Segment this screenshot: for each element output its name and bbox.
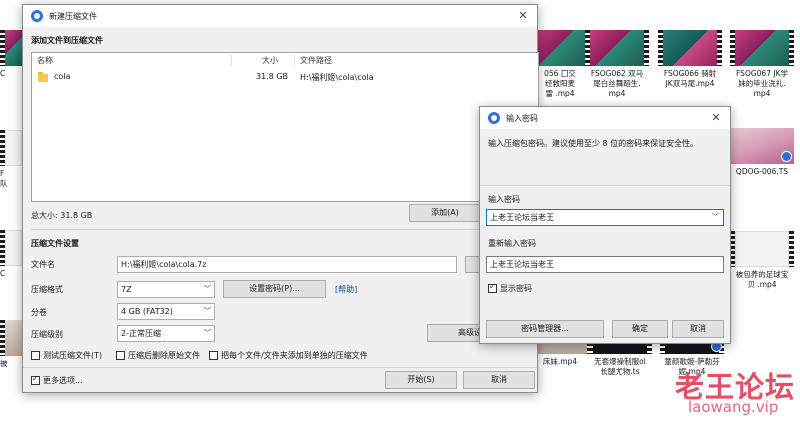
chevron-down-icon: ﹀ — [204, 285, 211, 293]
show-password-checkbox[interactable] — [488, 282, 497, 293]
column-size-header[interactable]: 大小 — [262, 55, 278, 66]
more-options-checkbox[interactable] — [31, 374, 40, 385]
split-value: 4 GB (FAT32) — [121, 307, 173, 316]
file-name: C — [0, 69, 6, 78]
password-dialog: 输入密码 ✕ 输入压缩包密码。建议使用至少 8 位的密码来保证安全性。 输入密码… — [479, 106, 731, 344]
enter-password-label: 输入密码 — [488, 195, 520, 204]
media-badge-icon — [781, 151, 792, 162]
format-value: 7Z — [121, 285, 132, 294]
file-name: 无套爆操制服ol 长腿尤物.ts — [594, 357, 646, 376]
file-name: 被包养的足球宝 贝 .mp4 — [735, 270, 789, 289]
folder-icon — [38, 72, 48, 82]
show-password-label[interactable]: 显示密码 — [500, 283, 532, 294]
chevron-down-icon: ﹀ — [204, 329, 211, 337]
filename-input[interactable]: H:\福利姬\cola\cola.7z — [117, 256, 457, 273]
dialog-title: 输入密码 — [506, 114, 538, 123]
file-name: F — [0, 169, 5, 178]
add-button[interactable]: 添加(A) — [409, 204, 481, 222]
set-password-button[interactable]: 设置密码(P)... — [223, 280, 326, 298]
separate-archive-label[interactable]: 把每个文件/文件夹添加到单独的压缩文件 — [221, 350, 368, 361]
divider — [480, 185, 730, 186]
watermark-url-text: laowang.vip — [688, 398, 779, 416]
reenter-password-input[interactable]: 上老王论坛当老王 — [486, 256, 724, 273]
chevron-down-icon: ﹀ — [204, 307, 211, 315]
start-button[interactable]: 开始(S) — [385, 371, 457, 389]
file-size-cell: 31.8 GB — [256, 72, 289, 81]
section-add-files-heading: 添加文件到压缩文件 — [31, 36, 103, 45]
file-name: QDOG-006.TS — [735, 167, 789, 176]
file-list[interactable]: 名称 大小 文件路径 cola 31.8 GB H:\福利姬\cola\cola — [31, 52, 539, 202]
level-label: 压缩级别 — [31, 330, 63, 339]
enter-password-value: 上老王论坛当老王 — [490, 213, 554, 222]
close-icon[interactable]: ✕ — [708, 110, 724, 126]
total-size-text: 总大小: 31.8 GB — [31, 211, 93, 220]
test-archive-label[interactable]: 测试压缩文件(T) — [43, 350, 102, 361]
app-logo-icon — [31, 10, 43, 22]
column-path-header[interactable]: 文件路径 — [300, 55, 332, 66]
chevron-down-icon[interactable]: ﹀ — [712, 210, 719, 225]
filename-label: 文件名 — [31, 260, 55, 269]
help-link[interactable]: [帮助] — [335, 284, 357, 295]
cancel-button[interactable]: 取消 — [672, 320, 724, 338]
level-select[interactable]: 2-正常压缩 ﹀ — [117, 325, 215, 342]
column-name-header[interactable]: 名称 — [37, 55, 53, 66]
title-bar[interactable]: 新建压缩文件 ✕ — [23, 5, 537, 27]
divider — [31, 229, 539, 230]
enter-password-input[interactable]: 上老王论坛当老王 ﹀ — [486, 209, 724, 226]
file-name: FSOG062 双马 尾白丝舞蹈生. mp4 — [590, 69, 644, 98]
table-row[interactable]: cola 31.8 GB H:\福利姬\cola\cola — [32, 70, 538, 84]
file-path-cell: H:\福利姬\cola\cola — [300, 73, 374, 82]
delete-source-checkbox[interactable] — [116, 351, 125, 360]
test-archive-checkbox[interactable] — [31, 351, 40, 360]
file-name: FSOG066 骑射 JK双马尾.mp4 — [663, 69, 717, 88]
title-bar[interactable]: 输入密码 ✕ — [480, 107, 730, 129]
separate-archive-checkbox[interactable] — [209, 351, 218, 360]
reenter-password-label: 重新输入密码 — [488, 239, 536, 248]
column-divider[interactable] — [294, 55, 295, 66]
dialog-title: 新建压缩文件 — [49, 12, 97, 21]
more-options-label[interactable]: 更多选项... — [43, 375, 83, 386]
app-logo-icon — [488, 112, 500, 124]
password-hint-text: 输入压缩包密码。建议使用至少 8 位的密码来保证安全性。 — [488, 139, 699, 148]
section-settings-heading: 压缩文件设置 — [31, 239, 79, 248]
file-name: 队 — [0, 179, 8, 188]
ok-button[interactable]: 确定 — [612, 320, 668, 338]
file-name: C — [0, 269, 6, 278]
column-divider[interactable] — [231, 55, 232, 66]
format-select[interactable]: 7Z ﹀ — [117, 281, 215, 298]
file-name-cell: cola — [54, 72, 71, 81]
new-archive-dialog: 新建压缩文件 ✕ 添加文件到压缩文件 名称 大小 文件路径 cola 31.8 … — [22, 4, 539, 393]
cancel-button[interactable]: 取消 — [463, 371, 535, 389]
level-value: 2-正常压缩 — [121, 329, 161, 338]
format-label: 压缩格式 — [31, 285, 63, 294]
password-manager-button[interactable]: 密码管理器... — [486, 320, 604, 338]
delete-source-label[interactable]: 压缩后删除原始文件 — [128, 350, 200, 361]
close-icon[interactable]: ✕ — [515, 8, 531, 24]
divider — [23, 367, 537, 368]
file-name: 被 — [0, 359, 8, 368]
file-name: FSOG067 JK学 妹的毕业洗礼. mp4 — [736, 69, 788, 98]
split-select[interactable]: 4 GB (FAT32) ﹀ — [117, 303, 215, 320]
split-label: 分卷 — [31, 308, 47, 317]
